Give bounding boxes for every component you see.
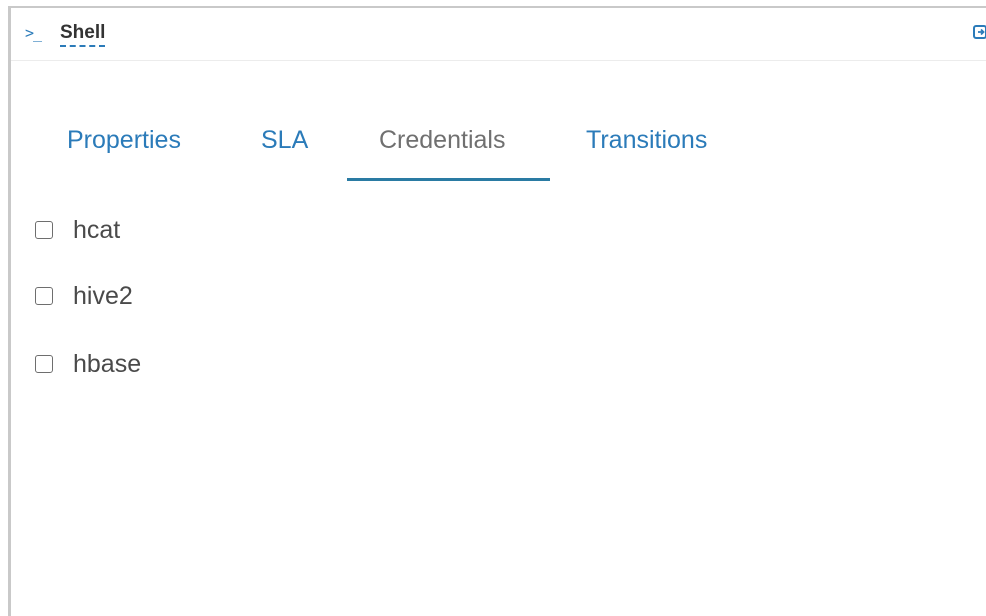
credential-label: hcat — [73, 216, 121, 244]
tab-bar: Properties SLA Credentials Transitions — [11, 108, 986, 182]
tab-sla[interactable]: SLA — [261, 124, 308, 156]
tab-credentials[interactable]: Credentials — [379, 124, 505, 156]
credential-item-hcat[interactable]: hcat — [35, 212, 235, 248]
hcat-checkbox[interactable] — [35, 221, 53, 239]
active-tab-indicator — [347, 178, 550, 181]
shell-action-panel: >_ Shell Properties SLA Credentials Tran… — [8, 6, 986, 616]
credential-item-hbase[interactable]: hbase — [35, 346, 235, 382]
credential-item-hive2[interactable]: hive2 — [35, 278, 235, 314]
panel-header: >_ Shell — [11, 8, 986, 61]
hive2-checkbox[interactable] — [35, 287, 53, 305]
tab-properties[interactable]: Properties — [67, 124, 181, 156]
terminal-prompt-icon: >_ — [25, 24, 42, 42]
expand-icon[interactable] — [973, 24, 986, 40]
tab-transitions[interactable]: Transitions — [586, 124, 707, 156]
hbase-checkbox[interactable] — [35, 355, 53, 373]
credential-label: hive2 — [73, 282, 133, 310]
credential-label: hbase — [73, 350, 142, 378]
action-title[interactable]: Shell — [60, 22, 106, 47]
